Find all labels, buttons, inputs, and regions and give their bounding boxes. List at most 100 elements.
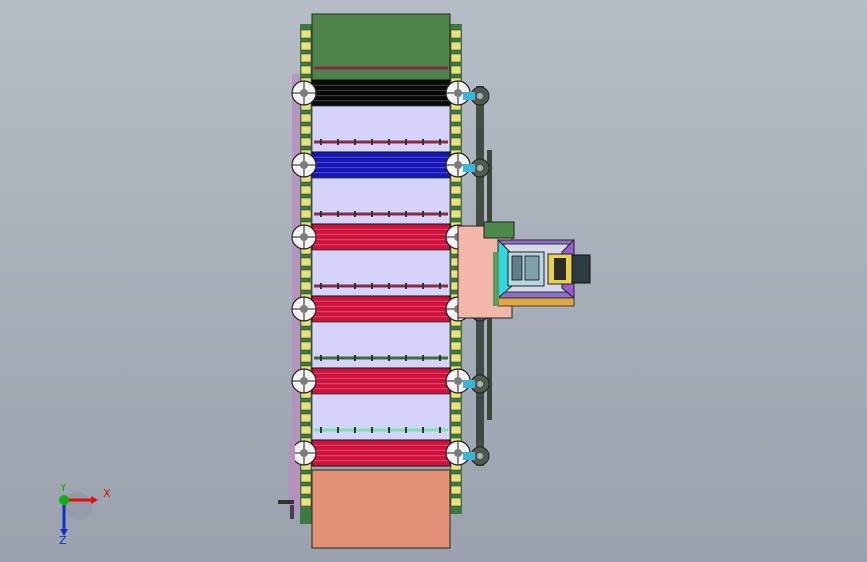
z-axis-label: Z [59,534,67,546]
left-bearing-3 [291,224,317,250]
left-bearing-4 [291,296,317,322]
rod-clip [439,211,441,217]
chain-link [300,197,312,207]
sprocket-hub [477,93,483,99]
chain-link [300,485,312,495]
chain-link [450,353,462,363]
rod-clip [371,283,373,289]
chain-link [450,329,462,339]
crank-handle[interactable] [278,440,295,519]
rod-clip [388,355,390,361]
rod-clip [320,211,322,217]
chain-link [300,497,312,507]
rod-clip [354,211,356,217]
chain-link [300,353,312,363]
bearing-hub [454,377,462,385]
roller-red-4 [311,439,451,467]
roller-blue [311,151,451,179]
roller-red-1 [311,223,451,251]
coupling [463,164,475,172]
rod-clip [354,355,356,361]
rod-clip [422,211,424,217]
bearing-hub [454,89,462,97]
gap-panel-5 [311,393,451,441]
roller-stack [291,66,471,467]
gap-panel-3 [311,249,451,297]
chain-link [450,41,462,51]
coupling [463,452,475,460]
bearing-hub [300,449,308,457]
chain-link [450,125,462,135]
chain-link [300,137,312,147]
chain-link [450,473,462,483]
x-axis-label: X [103,487,110,500]
chain-link [300,209,312,219]
chain-link [300,401,312,411]
rod-clip [388,139,390,145]
rod-clip [405,427,407,433]
rod-clip [422,427,424,433]
left-bearing-5 [291,368,317,394]
rod-clip [337,139,339,145]
gap-panel-1 [311,105,451,153]
chain-link [300,341,312,351]
chain-link [450,497,462,507]
rod-clip [320,139,322,145]
rod-clip [371,355,373,361]
top-panel [311,13,451,81]
chain-link [450,413,462,423]
bearing-hub [300,233,308,241]
chain-link [450,185,462,195]
rod-clip [439,139,441,145]
rod-clip [422,355,424,361]
chain-link [300,185,312,195]
rod-clip [388,283,390,289]
chain-link [300,329,312,339]
rod-clip [405,355,407,361]
chain-link [300,41,312,51]
chain-link [450,29,462,39]
rod-clip [422,139,424,145]
axis-triad: X Y Z [59,484,110,546]
rod-clip [371,427,373,433]
chain-link [300,29,312,39]
cad-viewport[interactable] [0,0,867,562]
chain-link [450,197,462,207]
gap-panel-2 [311,177,451,225]
bottom-panel [311,469,451,549]
rod-clip [337,283,339,289]
chain-link [300,269,312,279]
x-axis-arrowhead [91,496,98,504]
sprocket-hub [477,453,483,459]
chain-link [450,341,462,351]
chain-link [450,401,462,411]
chain-link [450,209,462,219]
chain-link [300,53,312,63]
y-axis-dot [59,495,69,505]
bearing-hub [300,89,308,97]
rod-clip [337,355,339,361]
bearing-hub [454,161,462,169]
rod-clip [439,355,441,361]
rod-clip [371,139,373,145]
rod-clip [405,139,407,145]
rod-clip [320,427,322,433]
chain-link [450,113,462,123]
left-bearing-2 [291,152,317,178]
motor-assembly[interactable] [457,221,591,319]
rod-clip [337,427,339,433]
rod-clip [320,355,322,361]
roller-red-2 [311,295,451,323]
bearing-hub [300,377,308,385]
rod-clip [337,211,339,217]
rod-clip [388,211,390,217]
bearing-hub [454,449,462,457]
rod-clip [405,211,407,217]
rod-clip [354,283,356,289]
chain-link [300,413,312,423]
rod-clip [354,427,356,433]
chain-link [300,125,312,135]
chain-link [300,113,312,123]
rod-clip [405,283,407,289]
left-bearing-6 [291,440,317,466]
